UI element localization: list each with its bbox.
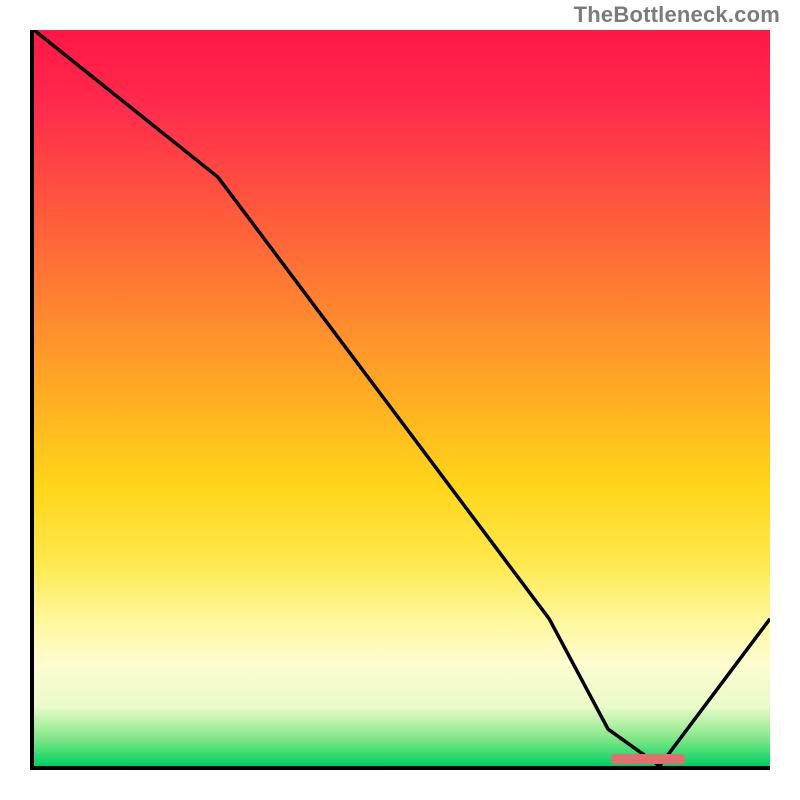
attribution-text: TheBottleneck.com <box>574 2 780 28</box>
gradient-background <box>30 30 770 770</box>
optimal-range-marker <box>611 754 685 764</box>
curve-path <box>34 30 770 766</box>
chart-container: TheBottleneck.com <box>0 0 800 800</box>
bottleneck-curve <box>34 30 770 766</box>
plot-area <box>30 30 770 770</box>
